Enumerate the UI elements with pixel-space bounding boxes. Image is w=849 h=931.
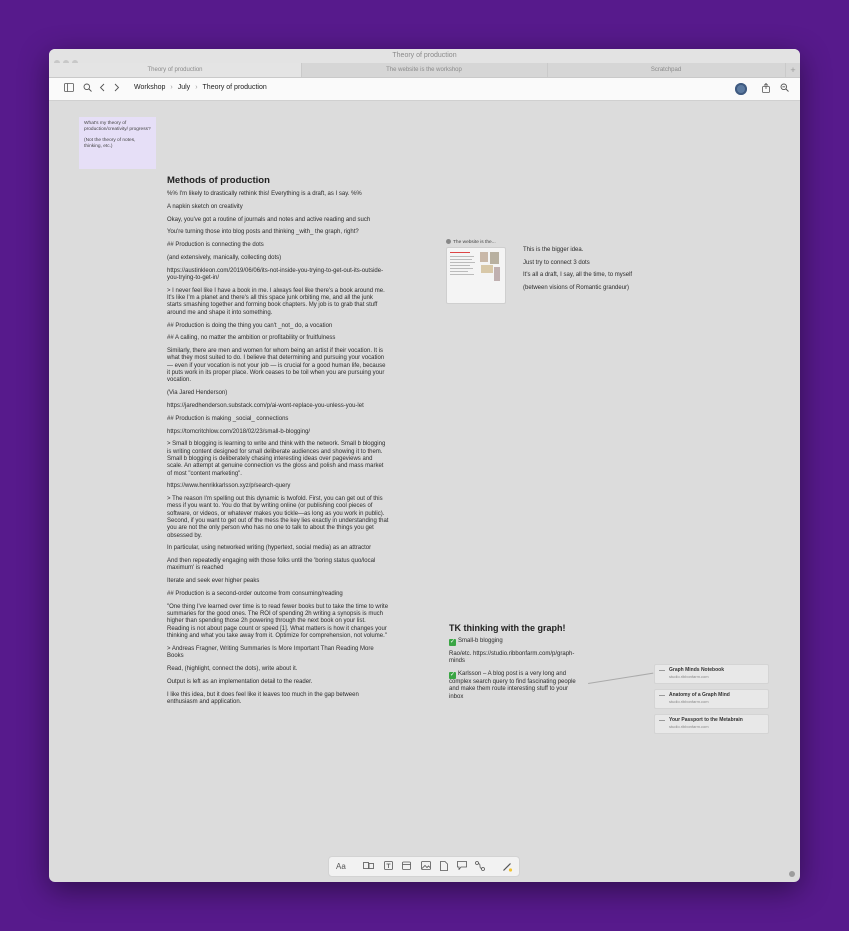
toolbar: Workshop › July › Theory of production [49, 78, 800, 101]
checkmark-icon: ✓ [449, 639, 456, 646]
chevron-right-icon: › [170, 84, 173, 91]
sticky-note[interactable]: What's my theory of production/creativit… [79, 117, 156, 169]
link-domain: studio.ribbonfarm.com [669, 699, 709, 704]
back-icon[interactable] [99, 83, 106, 95]
doc-paragraph: You're turning those into blog posts and… [167, 229, 359, 236]
link-domain: studio.ribbonfarm.com [669, 724, 709, 729]
doc-quote: > Small b blogging is learning to write … [167, 441, 386, 477]
breadcrumb-current[interactable]: Theory of production [203, 84, 267, 91]
comment-icon[interactable] [457, 861, 467, 874]
tk-item-1: ✓ Small-b blogging [449, 638, 583, 646]
tk-title: TK thinking with the graph! [449, 623, 566, 633]
tab-theory-of-production[interactable]: Theory of production [49, 63, 302, 77]
link-cards: Graph Minds Notebook studio.ribbonfarm.c… [654, 664, 769, 739]
sticky-note-aside: (Not the theory of notes, thinking, etc.… [84, 138, 136, 149]
help-button[interactable] [789, 871, 795, 877]
link-icon [659, 695, 665, 696]
link-icon [659, 670, 665, 671]
text-style-button[interactable]: Aa [336, 861, 346, 873]
new-tab-button[interactable]: + [788, 64, 798, 76]
bigidea-line: Just try to connect 3 dots [523, 259, 590, 266]
tk-item-3-text: Karlsson – A blog post is a very long an… [449, 670, 576, 700]
link-card[interactable]: Anatomy of a Graph Mind studio.ribbonfar… [654, 689, 769, 709]
checkmark-icon: ✓ [449, 671, 456, 679]
card-thumbnail [446, 247, 506, 304]
breadcrumb: Workshop › July › Theory of production [134, 84, 267, 91]
doc-title: Methods of production [167, 175, 270, 186]
window-title: Theory of production [392, 52, 457, 59]
doc-paragraph: %% I'm likely to drastically rethink thi… [167, 191, 362, 197]
avatar[interactable] [735, 83, 747, 95]
text-block-bigger-idea[interactable]: This is the bigger idea. Just try to con… [523, 247, 663, 297]
connector-icon[interactable] [475, 861, 485, 875]
doc-paragraph: Output is left as an implementation deta… [167, 678, 313, 685]
share-icon[interactable] [762, 82, 770, 96]
doc-quote: > I never feel like I have a book in me.… [167, 287, 385, 316]
doc-quote: "One thing I've learned over time is to … [167, 603, 389, 640]
doc-paragraph: Okay, you've got a routine of journals a… [167, 216, 371, 223]
link-title: Anatomy of a Graph Mind [669, 692, 730, 698]
link-title: Your Passport to the Metabrain [669, 717, 743, 723]
link-domain: studio.ribbonfarm.com [669, 674, 709, 679]
text-block-tk-thinking[interactable]: TK thinking with the graph! ✓ Small-b blo… [449, 623, 583, 706]
tk-item-3: ✓ Karlsson – A blog post is a very long a… [449, 671, 583, 701]
doc-paragraph: ## Production is making _social_ connect… [167, 415, 289, 422]
link-title: Graph Minds Notebook [669, 667, 724, 673]
connector-line[interactable] [588, 672, 654, 684]
tab-scratchpad[interactable]: Scratchpad [547, 63, 786, 77]
tk-item-2: Rao/etc. https://studio.ribbonfarm.com/p… [449, 651, 575, 665]
text-block-icon[interactable] [384, 861, 393, 874]
doc-paragraph: ## Production is doing the thing you can… [167, 322, 333, 329]
breadcrumb-workshop[interactable]: Workshop [134, 84, 165, 91]
file-icon[interactable] [440, 861, 448, 875]
chevron-right-icon: › [195, 84, 198, 91]
insert-toolbar: Aa [328, 856, 520, 877]
tab-bar: Theory of production The website is the … [49, 63, 800, 78]
cards-icon[interactable] [363, 861, 374, 874]
card-title: The website is the... [446, 239, 506, 247]
doc-paragraph: Read, (highlight, connect the dots), wri… [167, 665, 298, 672]
doc-paragraph: And then repeatedly engaging with those … [167, 558, 376, 572]
pen-icon[interactable] [502, 861, 513, 876]
linked-board-card[interactable]: The website is the... [446, 239, 506, 307]
zoom-icon[interactable] [780, 83, 789, 95]
doc-quote: > The reason I'm spelling out this dynam… [167, 496, 389, 539]
doc-quote: > Andreas Fragner, Writing Summaries Is … [167, 645, 374, 660]
forward-icon[interactable] [113, 83, 120, 95]
doc-paragraph: Similarly, there are men and women for w… [167, 348, 386, 384]
breadcrumb-july[interactable]: July [178, 84, 190, 91]
doc-paragraph: A napkin sketch on creativity [167, 203, 243, 210]
image-icon[interactable] [421, 861, 431, 874]
bigidea-line: (between visions of Romantic grandeur) [523, 284, 630, 291]
doc-link[interactable]: https://www.henrikkarlsson.xyz/p/search-… [167, 483, 389, 490]
text-block-methods[interactable]: Methods of production %% I'm likely to d… [167, 175, 389, 712]
board-icon [446, 239, 451, 244]
canvas[interactable]: What's my theory of production/creativit… [49, 101, 800, 882]
doc-paragraph: I like this idea, but it does feel like … [167, 691, 359, 705]
sticky-note-question: What's my theory of production/creativit… [84, 121, 151, 132]
card-title-text: The website is the... [453, 240, 496, 245]
bigidea-line: This is the bigger idea. [523, 247, 584, 253]
doc-paragraph: In particular, using networked writing (… [167, 545, 372, 552]
doc-link[interactable]: https://jaredhenderson.substack.com/p/ai… [167, 403, 389, 410]
bigidea-line: It's all a draft, I say, all the time, t… [523, 272, 633, 279]
titlebar: Theory of production [49, 49, 800, 66]
doc-link[interactable]: https://austinkleon.com/2019/06/06/its-n… [167, 268, 389, 283]
search-icon[interactable] [83, 83, 92, 95]
link-card[interactable]: Graph Minds Notebook studio.ribbonfarm.c… [654, 664, 769, 684]
link-icon [659, 720, 665, 721]
link-card[interactable]: Your Passport to the Metabrain studio.ri… [654, 714, 769, 734]
doc-paragraph: (and extensively, manically, collecting … [167, 254, 282, 261]
doc-paragraph: Iterate and seek ever higher peaks [167, 578, 260, 585]
doc-link[interactable]: https://tomcritchlow.com/2018/02/23/smal… [167, 429, 389, 436]
doc-paragraph: (Via Jared Henderson) [167, 390, 228, 397]
doc-paragraph: ## Production is connecting the dots [167, 242, 264, 249]
calendar-icon[interactable] [402, 861, 411, 874]
sidebar-icon[interactable] [64, 83, 74, 95]
doc-paragraph: ## Production is a second-order outcome … [167, 591, 343, 598]
doc-paragraph: ## A calling, no matter the ambition or … [167, 335, 336, 342]
tab-website-is-workshop[interactable]: The website is the workshop [301, 63, 548, 77]
app-window: Theory of production Theory of productio… [49, 49, 800, 882]
tk-item-1-text: Small-b blogging [458, 638, 503, 644]
